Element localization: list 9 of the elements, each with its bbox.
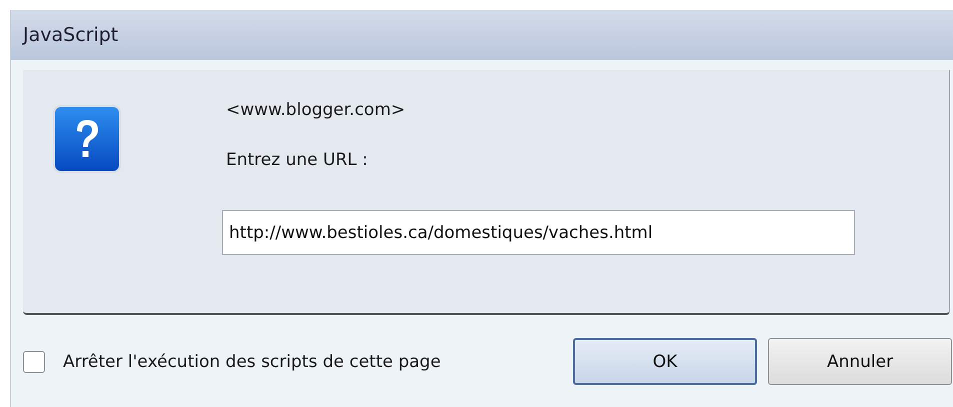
url-input-field[interactable]: http://www.bestioles.ca/domestiques/vaches.html xyxy=(222,210,855,255)
ok-button[interactable]: OK xyxy=(573,338,757,385)
prompt-text: Entrez une URL : xyxy=(226,150,369,170)
cancel-button[interactable]: Annuler xyxy=(768,338,952,385)
origin-text: <www.blogger.com> xyxy=(226,100,406,120)
question-icon xyxy=(53,105,121,173)
checkbox[interactable] xyxy=(23,350,45,372)
checkbox-label[interactable]: Arrêter l'exécution des scripts de cette page xyxy=(63,352,543,372)
window-title: JavaScript xyxy=(11,10,953,60)
